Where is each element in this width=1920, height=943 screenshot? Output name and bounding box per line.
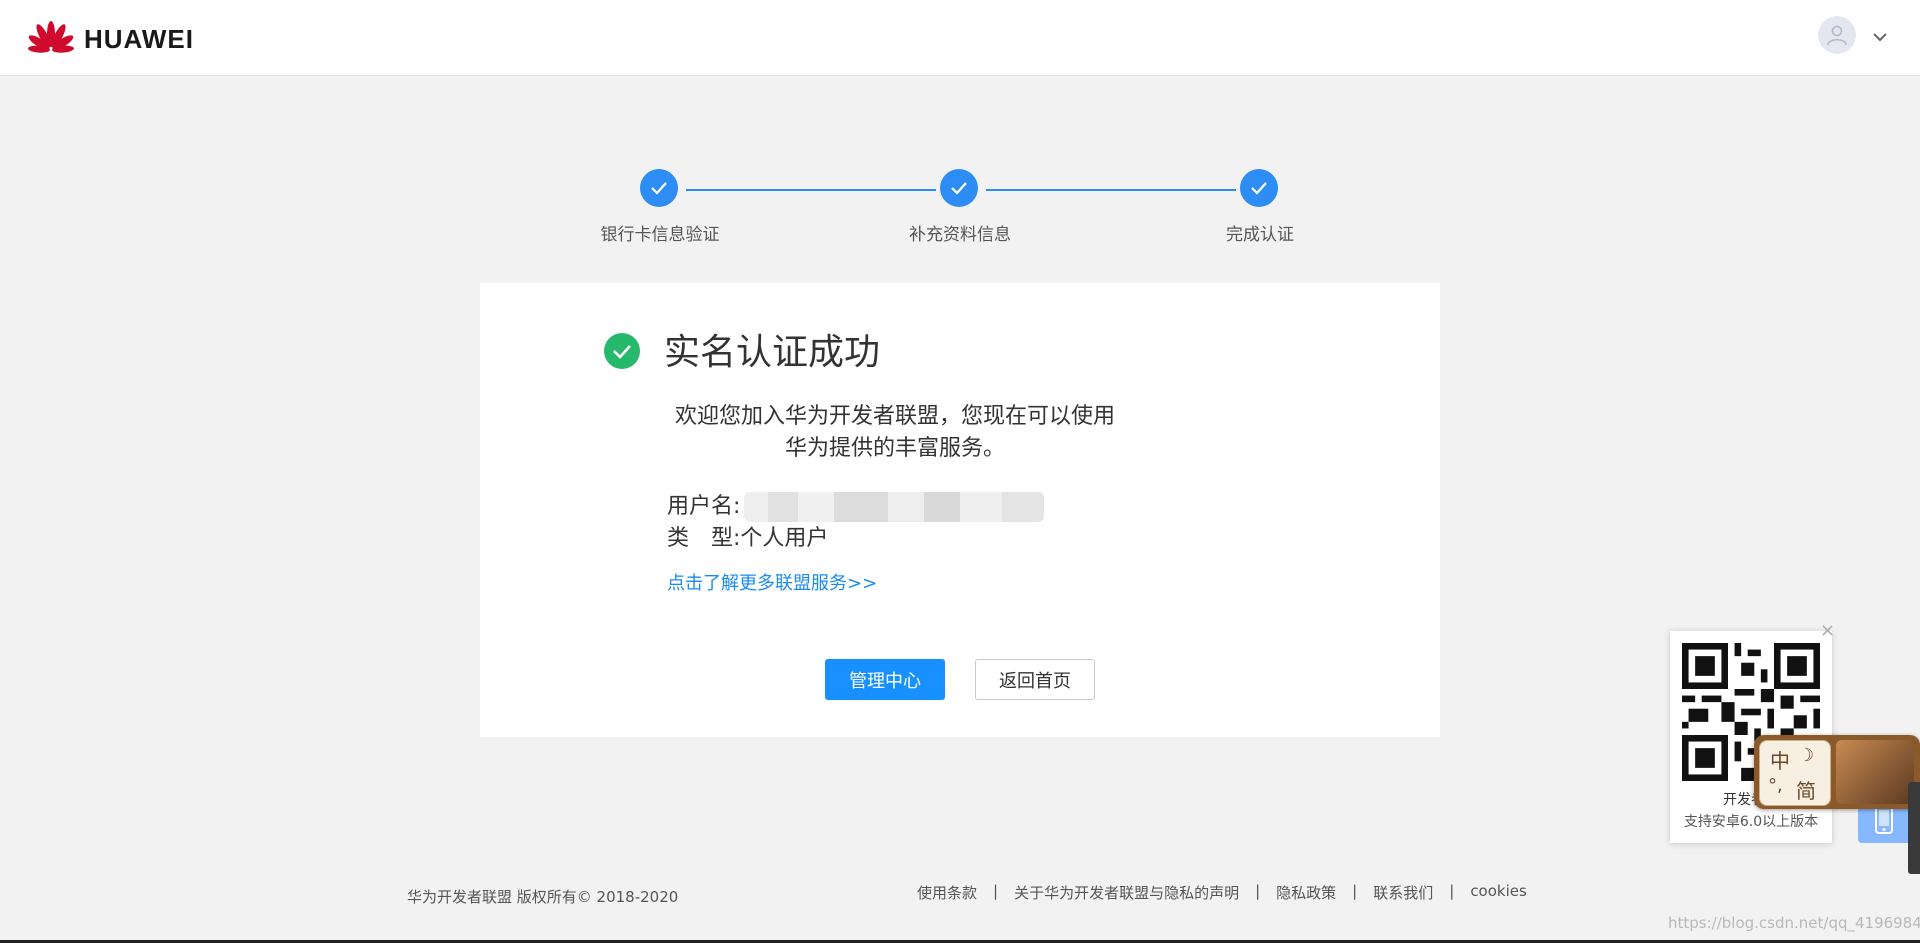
- progress-stepper: 银行卡信息验证 补充资料信息 完成认证: [0, 168, 1920, 248]
- success-check-icon: [604, 333, 640, 369]
- type-row: 类 型: 个人用户: [667, 523, 1044, 555]
- success-card: 实名认证成功 欢迎您加入华为开发者联盟，您现在可以使用华为提供的丰富服务。 用户…: [480, 283, 1440, 737]
- footer-divider: |: [1449, 882, 1455, 900]
- success-title: 实名认证成功: [664, 332, 881, 373]
- step-1-check-icon: [640, 169, 678, 207]
- top-header: HUAWEI: [0, 0, 1920, 76]
- close-icon[interactable]: ×: [1820, 620, 1835, 641]
- step-2-label: 补充资料信息: [909, 225, 1011, 245]
- type-value: 个人用户: [740, 526, 829, 551]
- username-value-redacted: [744, 492, 1045, 522]
- qr-subtitle: 支持安卓6.0以上版本: [1683, 814, 1819, 830]
- ime-punctuation-icon[interactable]: °,: [1768, 775, 1783, 796]
- username-row: 用户名:: [667, 491, 1045, 523]
- footer-divider: |: [993, 882, 999, 900]
- ime-skin-character-image: [1836, 740, 1914, 804]
- chevron-down-icon[interactable]: [1872, 28, 1888, 47]
- csdn-watermark: https://blog.csdn.net/qq_41969845: [1668, 914, 1920, 932]
- footer-links: 使用条款 | 关于华为开发者联盟与隐私的声明 | 隐私政策 | 联系我们 | c…: [917, 882, 1527, 903]
- ime-status-panel: 中 ☽ °, 简: [1759, 740, 1831, 806]
- side-indicator-bar: [1908, 782, 1920, 874]
- step-2-check-icon: [940, 169, 978, 207]
- management-center-button[interactable]: 管理中心: [825, 659, 945, 700]
- welcome-message: 欢迎您加入华为开发者联盟，您现在可以使用华为提供的丰富服务。: [674, 404, 1115, 461]
- type-label: 类 型:: [667, 526, 741, 551]
- step-3-check-icon: [1240, 169, 1278, 207]
- step-connector: [986, 189, 1236, 191]
- step-1-label: 银行卡信息验证: [600, 225, 720, 245]
- step-3-label: 完成认证: [1226, 225, 1294, 245]
- username-label: 用户名:: [667, 494, 741, 519]
- more-services-link[interactable]: 点击了解更多联盟服务>>: [667, 569, 877, 595]
- back-home-button[interactable]: 返回首页: [975, 659, 1095, 700]
- copyright-text: 华为开发者联盟 版权所有© 2018-2020: [407, 888, 679, 906]
- input-method-toolbar[interactable]: 中 ☽ °, 简: [1754, 735, 1920, 809]
- huawei-petal-icon: [28, 21, 74, 53]
- footer-link-contact[interactable]: 联系我们: [1373, 882, 1433, 903]
- footer-link-privacy-statement[interactable]: 关于华为开发者联盟与隐私的声明: [1014, 882, 1239, 903]
- huawei-logo[interactable]: HUAWEI: [26, 20, 194, 58]
- step-connector: [686, 189, 936, 191]
- brand-name: HUAWEI: [84, 23, 194, 54]
- person-icon: [1827, 25, 1847, 46]
- ime-chinese-mode[interactable]: 中: [1770, 745, 1790, 774]
- user-avatar-icon[interactable]: [1818, 16, 1856, 54]
- footer-divider: |: [1352, 882, 1358, 900]
- footer-link-privacy-policy[interactable]: 隐私政策: [1276, 882, 1336, 903]
- ime-simplified-mode[interactable]: 简: [1796, 775, 1816, 804]
- account-info: 用户名: 类 型: 个人用户: [667, 491, 1045, 555]
- ime-moon-icon[interactable]: ☽: [1798, 745, 1814, 766]
- footer-divider: |: [1255, 882, 1261, 900]
- footer-link-cookies[interactable]: cookies: [1470, 882, 1527, 903]
- footer-link-terms[interactable]: 使用条款: [917, 882, 977, 903]
